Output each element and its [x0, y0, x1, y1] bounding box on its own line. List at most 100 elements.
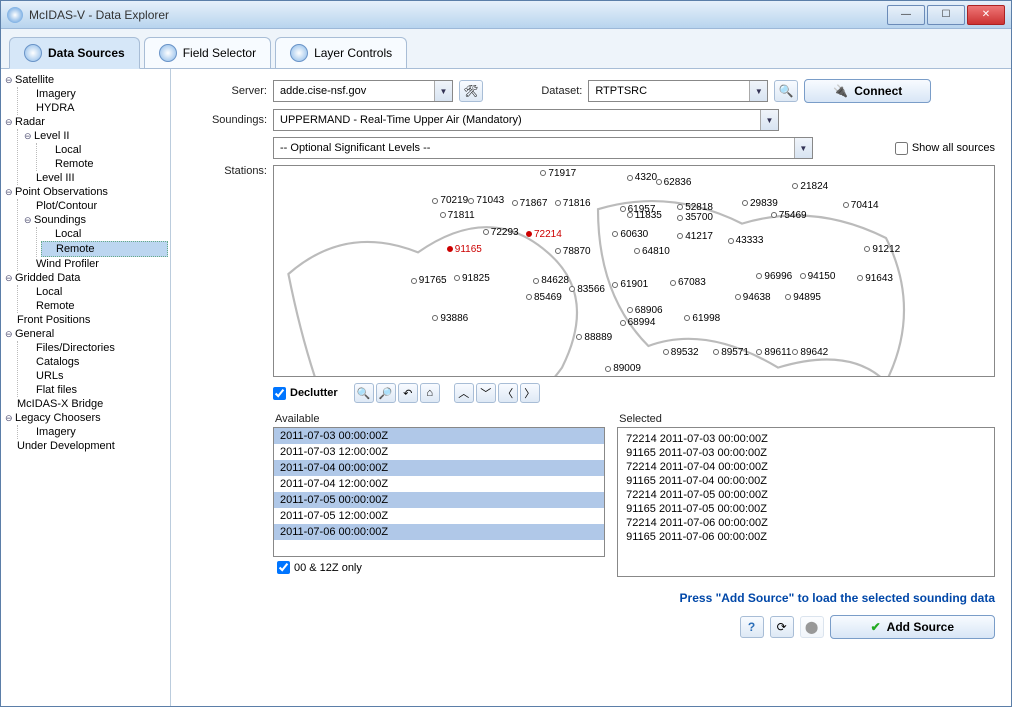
pan-up-icon[interactable]: ︿	[454, 383, 474, 403]
soundings-combo[interactable]: UPPERMAND - Real-Time Upper Air (Mandato…	[273, 109, 779, 131]
chevron-down-icon[interactable]: ▼	[794, 138, 812, 158]
selected-list[interactable]: 72214 2011-07-03 00:00:00Z91165 2011-07-…	[617, 427, 995, 577]
tree-node[interactable]: ⊖Point Observations	[3, 185, 168, 199]
tab-data-sources[interactable]: Data Sources	[9, 37, 140, 69]
collapse-icon[interactable]: ⊖	[24, 131, 34, 142]
collapse-icon[interactable]: ⊖	[5, 273, 15, 284]
available-item[interactable]: 2011-07-05 00:00:00Z	[274, 492, 604, 508]
selected-item[interactable]: 72214 2011-07-04 00:00:00Z	[626, 460, 986, 474]
selected-item[interactable]: 91165 2011-07-06 00:00:00Z	[626, 530, 986, 544]
help-icon[interactable]: ?	[740, 616, 764, 638]
tree-leaf[interactable]: Plot/Contour	[22, 199, 168, 213]
tree-leaf[interactable]: Catalogs	[22, 355, 168, 369]
tree-leaf[interactable]: HYDRA	[22, 101, 168, 115]
window-title: McIDAS-V - Data Explorer	[29, 8, 887, 22]
available-item[interactable]: 2011-07-03 00:00:00Z	[274, 428, 604, 444]
refresh-icon[interactable]: ⟳	[770, 616, 794, 638]
tree-leaf[interactable]: Under Development	[3, 439, 168, 453]
available-item[interactable]: 2011-07-05 12:00:00Z	[274, 508, 604, 524]
tree-label[interactable]: General	[15, 328, 54, 340]
tab-layer-controls[interactable]: Layer Controls	[275, 37, 407, 68]
tree-node[interactable]: ⊖Satellite	[3, 73, 168, 87]
stations-map[interactable]: 7191743207021971043718677181662836218247…	[273, 165, 995, 377]
tree-leaf[interactable]: Local	[41, 143, 168, 157]
available-list[interactable]: 2011-07-03 00:00:00Z2011-07-03 12:00:00Z…	[273, 427, 605, 557]
tree-label[interactable]: Point Observations	[15, 186, 108, 198]
dataset-combo[interactable]: ▼	[588, 80, 768, 102]
chevron-down-icon[interactable]: ▼	[760, 110, 778, 130]
zoom-in-icon[interactable]: 🔍	[354, 383, 374, 403]
collapse-icon[interactable]: ⊖	[5, 329, 15, 340]
chevron-down-icon[interactable]: ▼	[749, 81, 767, 101]
collapse-icon[interactable]: ⊖	[5, 75, 15, 86]
selected-item[interactable]: 91165 2011-07-04 00:00:00Z	[626, 474, 986, 488]
tools-icon[interactable]: 🛠	[459, 80, 483, 102]
selected-item[interactable]: 72214 2011-07-05 00:00:00Z	[626, 488, 986, 502]
available-item[interactable]: 2011-07-04 00:00:00Z	[274, 460, 604, 476]
undo-icon[interactable]: ↶	[398, 383, 418, 403]
tree-label[interactable]: Legacy Choosers	[15, 412, 101, 424]
tab-field-selector[interactable]: Field Selector	[144, 37, 271, 68]
chevron-down-icon[interactable]: ▼	[434, 81, 452, 101]
selected-item[interactable]: 72214 2011-07-06 00:00:00Z	[626, 516, 986, 530]
tree-label[interactable]: Gridded Data	[15, 272, 80, 284]
pan-left-icon[interactable]: 〈	[498, 383, 518, 403]
tree-label[interactable]: Radar	[15, 116, 45, 128]
tree-node[interactable]: ⊖Radar	[3, 115, 168, 129]
tree-label[interactable]: Satellite	[15, 74, 54, 86]
selected-item[interactable]: 72214 2011-07-03 00:00:00Z	[626, 432, 986, 446]
z-only-input[interactable]	[277, 561, 290, 574]
maximize-button[interactable]: ☐	[927, 5, 965, 25]
available-item[interactable]: 2011-07-04 12:00:00Z	[274, 476, 604, 492]
tree-leaf[interactable]: Imagery	[22, 425, 168, 439]
close-button[interactable]: ✕	[967, 5, 1005, 25]
tree-leaf[interactable]: Front Positions	[3, 313, 168, 327]
collapse-icon[interactable]: ⊖	[5, 413, 15, 424]
server-combo[interactable]: ▼	[273, 80, 453, 102]
minimize-button[interactable]: —	[887, 5, 925, 25]
declutter-checkbox[interactable]: Declutter	[273, 387, 338, 400]
tree-leaf[interactable]: Level III	[22, 171, 168, 185]
tree-leaf[interactable]: Remote	[41, 157, 168, 171]
tree-leaf[interactable]: Files/Directories	[22, 341, 168, 355]
home-icon[interactable]: ⌂	[420, 383, 440, 403]
zoom-out-icon[interactable]: 🔎	[376, 383, 396, 403]
check-icon: ✔	[871, 620, 881, 634]
tree-node[interactable]: ⊖Soundings	[22, 213, 168, 227]
tree-leaf[interactable]: Wind Profiler	[22, 257, 168, 271]
pan-down-icon[interactable]: ﹀	[476, 383, 496, 403]
dataset-input[interactable]	[589, 83, 749, 99]
show-all-sources-checkbox[interactable]: Show all sources	[895, 142, 995, 155]
optional-levels-combo[interactable]: -- Optional Significant Levels -- ▼	[273, 137, 813, 159]
available-item[interactable]: 2011-07-06 00:00:00Z	[274, 524, 604, 540]
tree-leaf[interactable]: Remote	[22, 299, 168, 313]
search-icon[interactable]: 🔍	[774, 80, 798, 102]
add-source-button[interactable]: ✔ Add Source	[830, 615, 995, 639]
tree-leaf[interactable]: URLs	[22, 369, 168, 383]
tree-label[interactable]: Soundings	[34, 214, 86, 226]
tree-node[interactable]: ⊖General	[3, 327, 168, 341]
selected-item[interactable]: 91165 2011-07-03 00:00:00Z	[626, 446, 986, 460]
tree-label[interactable]: Level II	[34, 130, 69, 142]
tree-leaf[interactable]: Local	[22, 285, 168, 299]
tree-leaf[interactable]: Local	[41, 227, 168, 241]
collapse-icon[interactable]: ⊖	[5, 117, 15, 128]
tree-leaf[interactable]: Flat files	[22, 383, 168, 397]
server-input[interactable]	[274, 83, 434, 99]
available-item[interactable]: 2011-07-03 12:00:00Z	[274, 444, 604, 460]
tree-node[interactable]: ⊖Gridded Data	[3, 271, 168, 285]
data-source-tree[interactable]: ⊖SatelliteImageryHYDRA⊖Radar⊖Level IILoc…	[1, 69, 171, 706]
z-only-checkbox[interactable]: 00 & 12Z only	[277, 561, 605, 574]
show-all-sources-input[interactable]	[895, 142, 908, 155]
connect-button[interactable]: 🔌 Connect	[804, 79, 931, 103]
declutter-input[interactable]	[273, 387, 286, 400]
collapse-icon[interactable]: ⊖	[5, 187, 15, 198]
tree-node[interactable]: ⊖Level II	[22, 129, 168, 143]
tree-leaf[interactable]: Imagery	[22, 87, 168, 101]
tree-leaf[interactable]: McIDAS-X Bridge	[3, 397, 168, 411]
selected-item[interactable]: 91165 2011-07-05 00:00:00Z	[626, 502, 986, 516]
pan-right-icon[interactable]: 〉	[520, 383, 540, 403]
tree-leaf[interactable]: Remote	[41, 241, 168, 257]
collapse-icon[interactable]: ⊖	[24, 215, 34, 226]
tree-node[interactable]: ⊖Legacy Choosers	[3, 411, 168, 425]
